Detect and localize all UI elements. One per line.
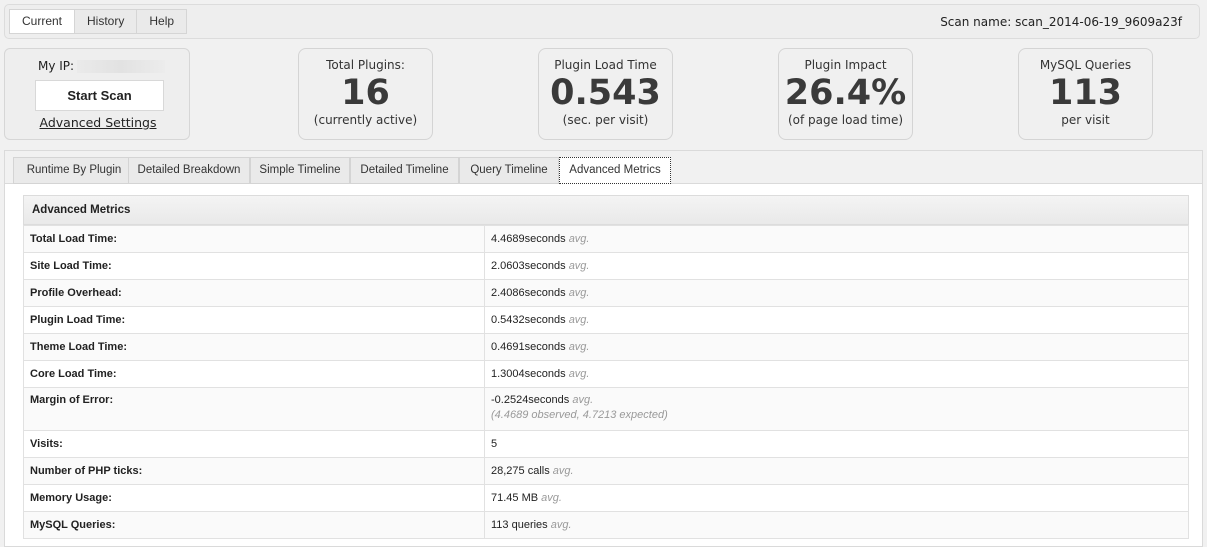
metric-value: 2.4086seconds bbox=[491, 287, 566, 299]
metric-row: Site Load Time: 2.0603seconds avg. bbox=[23, 252, 1189, 280]
metric-row: MySQL Queries: 113 queries avg. bbox=[23, 511, 1189, 539]
metric-value-cell: 113 queries avg. bbox=[484, 511, 1189, 539]
stat-value: 26.4% bbox=[784, 73, 907, 113]
metric-value: 1.3004seconds bbox=[491, 368, 566, 380]
ip-box: My IP: Start Scan Advanced Settings bbox=[4, 48, 190, 140]
metric-row: Visits: 5 bbox=[23, 430, 1189, 458]
metric-label: Theme Load Time: bbox=[23, 333, 485, 361]
metric-value-cell: 0.4691seconds avg. bbox=[484, 333, 1189, 361]
metric-value-cell: 71.45 MB avg. bbox=[484, 484, 1189, 512]
tab-runtime-by-plugin[interactable]: Runtime By Plugin bbox=[13, 157, 135, 184]
metric-value-cell: 2.0603seconds avg. bbox=[484, 252, 1189, 280]
metric-avg-suffix: avg. bbox=[541, 492, 562, 504]
metric-label: Site Load Time: bbox=[23, 252, 485, 280]
tab-detailed-timeline[interactable]: Detailed Timeline bbox=[350, 157, 459, 184]
metric-value: 0.4691seconds bbox=[491, 341, 566, 353]
metric-note: (4.4689 observed, 4.7213 expected) bbox=[491, 409, 668, 421]
stat-title: Plugin Load Time bbox=[554, 58, 657, 72]
metric-label: Core Load Time: bbox=[23, 360, 485, 388]
stat-total-plugins: Total Plugins: 16 (currently active) bbox=[298, 48, 433, 140]
metric-avg-suffix: avg. bbox=[568, 314, 590, 326]
top-tabs: Current History Help bbox=[9, 9, 188, 34]
metric-row: Profile Overhead: 2.4086seconds avg. bbox=[23, 279, 1189, 307]
metric-value-cell: 5 bbox=[484, 430, 1189, 458]
advanced-metrics-box: Advanced Metrics Total Load Time: 4.4689s… bbox=[23, 195, 1189, 539]
advanced-metrics-header: Advanced Metrics bbox=[23, 195, 1189, 225]
metric-value: 0.5432seconds bbox=[491, 314, 566, 326]
metric-value-cell: 2.4086seconds avg. bbox=[484, 279, 1189, 307]
metric-value-cell: 0.5432seconds avg. bbox=[484, 306, 1189, 334]
scan-name: Scan name: scan_2014-06-19_9609a23f bbox=[940, 15, 1182, 29]
my-ip-label: My IP: bbox=[38, 59, 75, 73]
metrics-table: Total Load Time: 4.4689seconds avg. Site L… bbox=[23, 225, 1189, 539]
metric-value-cell: 4.4689seconds avg. bbox=[484, 225, 1189, 253]
metric-avg-suffix: avg. bbox=[568, 341, 590, 353]
metric-avg-suffix: avg. bbox=[568, 233, 590, 245]
stat-subtitle: (currently active) bbox=[313, 113, 418, 127]
metric-value-cell: -0.2524seconds avg. (4.4689 observed, 4.7… bbox=[484, 387, 1189, 431]
tab-simple-timeline[interactable]: Simple Timeline bbox=[250, 157, 350, 184]
metric-row: Total Load Time: 4.4689seconds avg. bbox=[23, 225, 1189, 253]
metric-value: -0.2524seconds bbox=[491, 394, 570, 406]
metric-value: 28,275 calls bbox=[491, 465, 550, 477]
stat-value: 16 bbox=[341, 73, 390, 113]
results-panel: Runtime By Plugin Detailed Breakdown Sim… bbox=[4, 150, 1203, 547]
metric-avg-suffix: avg. bbox=[568, 368, 590, 380]
metric-row: Core Load Time: 1.3004seconds avg. bbox=[23, 360, 1189, 388]
stat-title: MySQL Queries bbox=[1039, 58, 1132, 72]
sub-tabs: Runtime By Plugin Detailed Breakdown Sim… bbox=[5, 151, 1202, 184]
metric-value-cell: 1.3004seconds avg. bbox=[484, 360, 1189, 388]
stat-title: Total Plugins: bbox=[326, 58, 405, 72]
stat-plugin-load-time: Plugin Load Time 0.543 (sec. per visit) bbox=[538, 48, 673, 140]
metric-value: 4.4689seconds bbox=[491, 233, 566, 245]
metric-row: Plugin Load Time: 0.5432seconds avg. bbox=[23, 306, 1189, 334]
metric-row: Theme Load Time: 0.4691seconds avg. bbox=[23, 333, 1189, 361]
advanced-settings-link[interactable]: Advanced Settings bbox=[5, 115, 191, 130]
metric-avg-suffix: avg. bbox=[568, 260, 590, 272]
tab-help[interactable]: Help bbox=[136, 9, 188, 34]
metric-row: Margin of Error: -0.2524seconds avg. (4.46… bbox=[23, 387, 1189, 431]
metric-label: MySQL Queries: bbox=[23, 511, 485, 539]
stat-plugin-impact: Plugin Impact 26.4% (of page load time) bbox=[778, 48, 913, 140]
metric-row: Memory Usage: 71.45 MB avg. bbox=[23, 484, 1189, 512]
tab-history[interactable]: History bbox=[74, 9, 138, 34]
stat-subtitle: per visit bbox=[1061, 113, 1110, 127]
metric-value: 2.0603seconds bbox=[491, 260, 566, 272]
metric-avg-suffix: avg. bbox=[552, 465, 574, 477]
metric-label: Plugin Load Time: bbox=[23, 306, 485, 334]
ip-address-redacted bbox=[77, 60, 165, 73]
metric-value: 71.45 MB bbox=[491, 492, 539, 504]
tab-detailed-breakdown[interactable]: Detailed Breakdown bbox=[128, 157, 250, 184]
metric-label: Margin of Error: bbox=[23, 387, 485, 431]
stat-subtitle: (of page load time) bbox=[787, 113, 904, 127]
metric-row: Number of PHP ticks: 28,275 calls avg. bbox=[23, 457, 1189, 485]
metric-avg-suffix: avg. bbox=[572, 394, 594, 406]
tab-advanced-metrics[interactable]: Advanced Metrics bbox=[559, 157, 671, 184]
metric-label: Total Load Time: bbox=[23, 225, 485, 253]
metric-label: Profile Overhead: bbox=[23, 279, 485, 307]
stat-value: 0.543 bbox=[550, 73, 661, 113]
metric-avg-suffix: avg. bbox=[568, 287, 590, 299]
metric-value-cell: 28,275 calls avg. bbox=[484, 457, 1189, 485]
metric-label: Number of PHP ticks: bbox=[23, 457, 485, 485]
stat-value: 113 bbox=[1048, 73, 1123, 113]
metric-value: 113 queries bbox=[491, 519, 548, 531]
metric-avg-suffix: avg. bbox=[550, 519, 572, 531]
start-scan-button[interactable]: Start Scan bbox=[35, 80, 164, 111]
metric-label: Visits: bbox=[23, 430, 485, 458]
tab-current[interactable]: Current bbox=[9, 9, 76, 34]
stat-title: Plugin Impact bbox=[804, 58, 887, 72]
stat-mysql-queries: MySQL Queries 113 per visit bbox=[1018, 48, 1153, 140]
metric-value: 5 bbox=[491, 438, 498, 450]
metric-label: Memory Usage: bbox=[23, 484, 485, 512]
tab-query-timeline[interactable]: Query Timeline bbox=[459, 157, 559, 184]
top-nav-bar: Current History Help Scan name: scan_201… bbox=[4, 4, 1200, 39]
stat-subtitle: (sec. per visit) bbox=[562, 113, 649, 127]
